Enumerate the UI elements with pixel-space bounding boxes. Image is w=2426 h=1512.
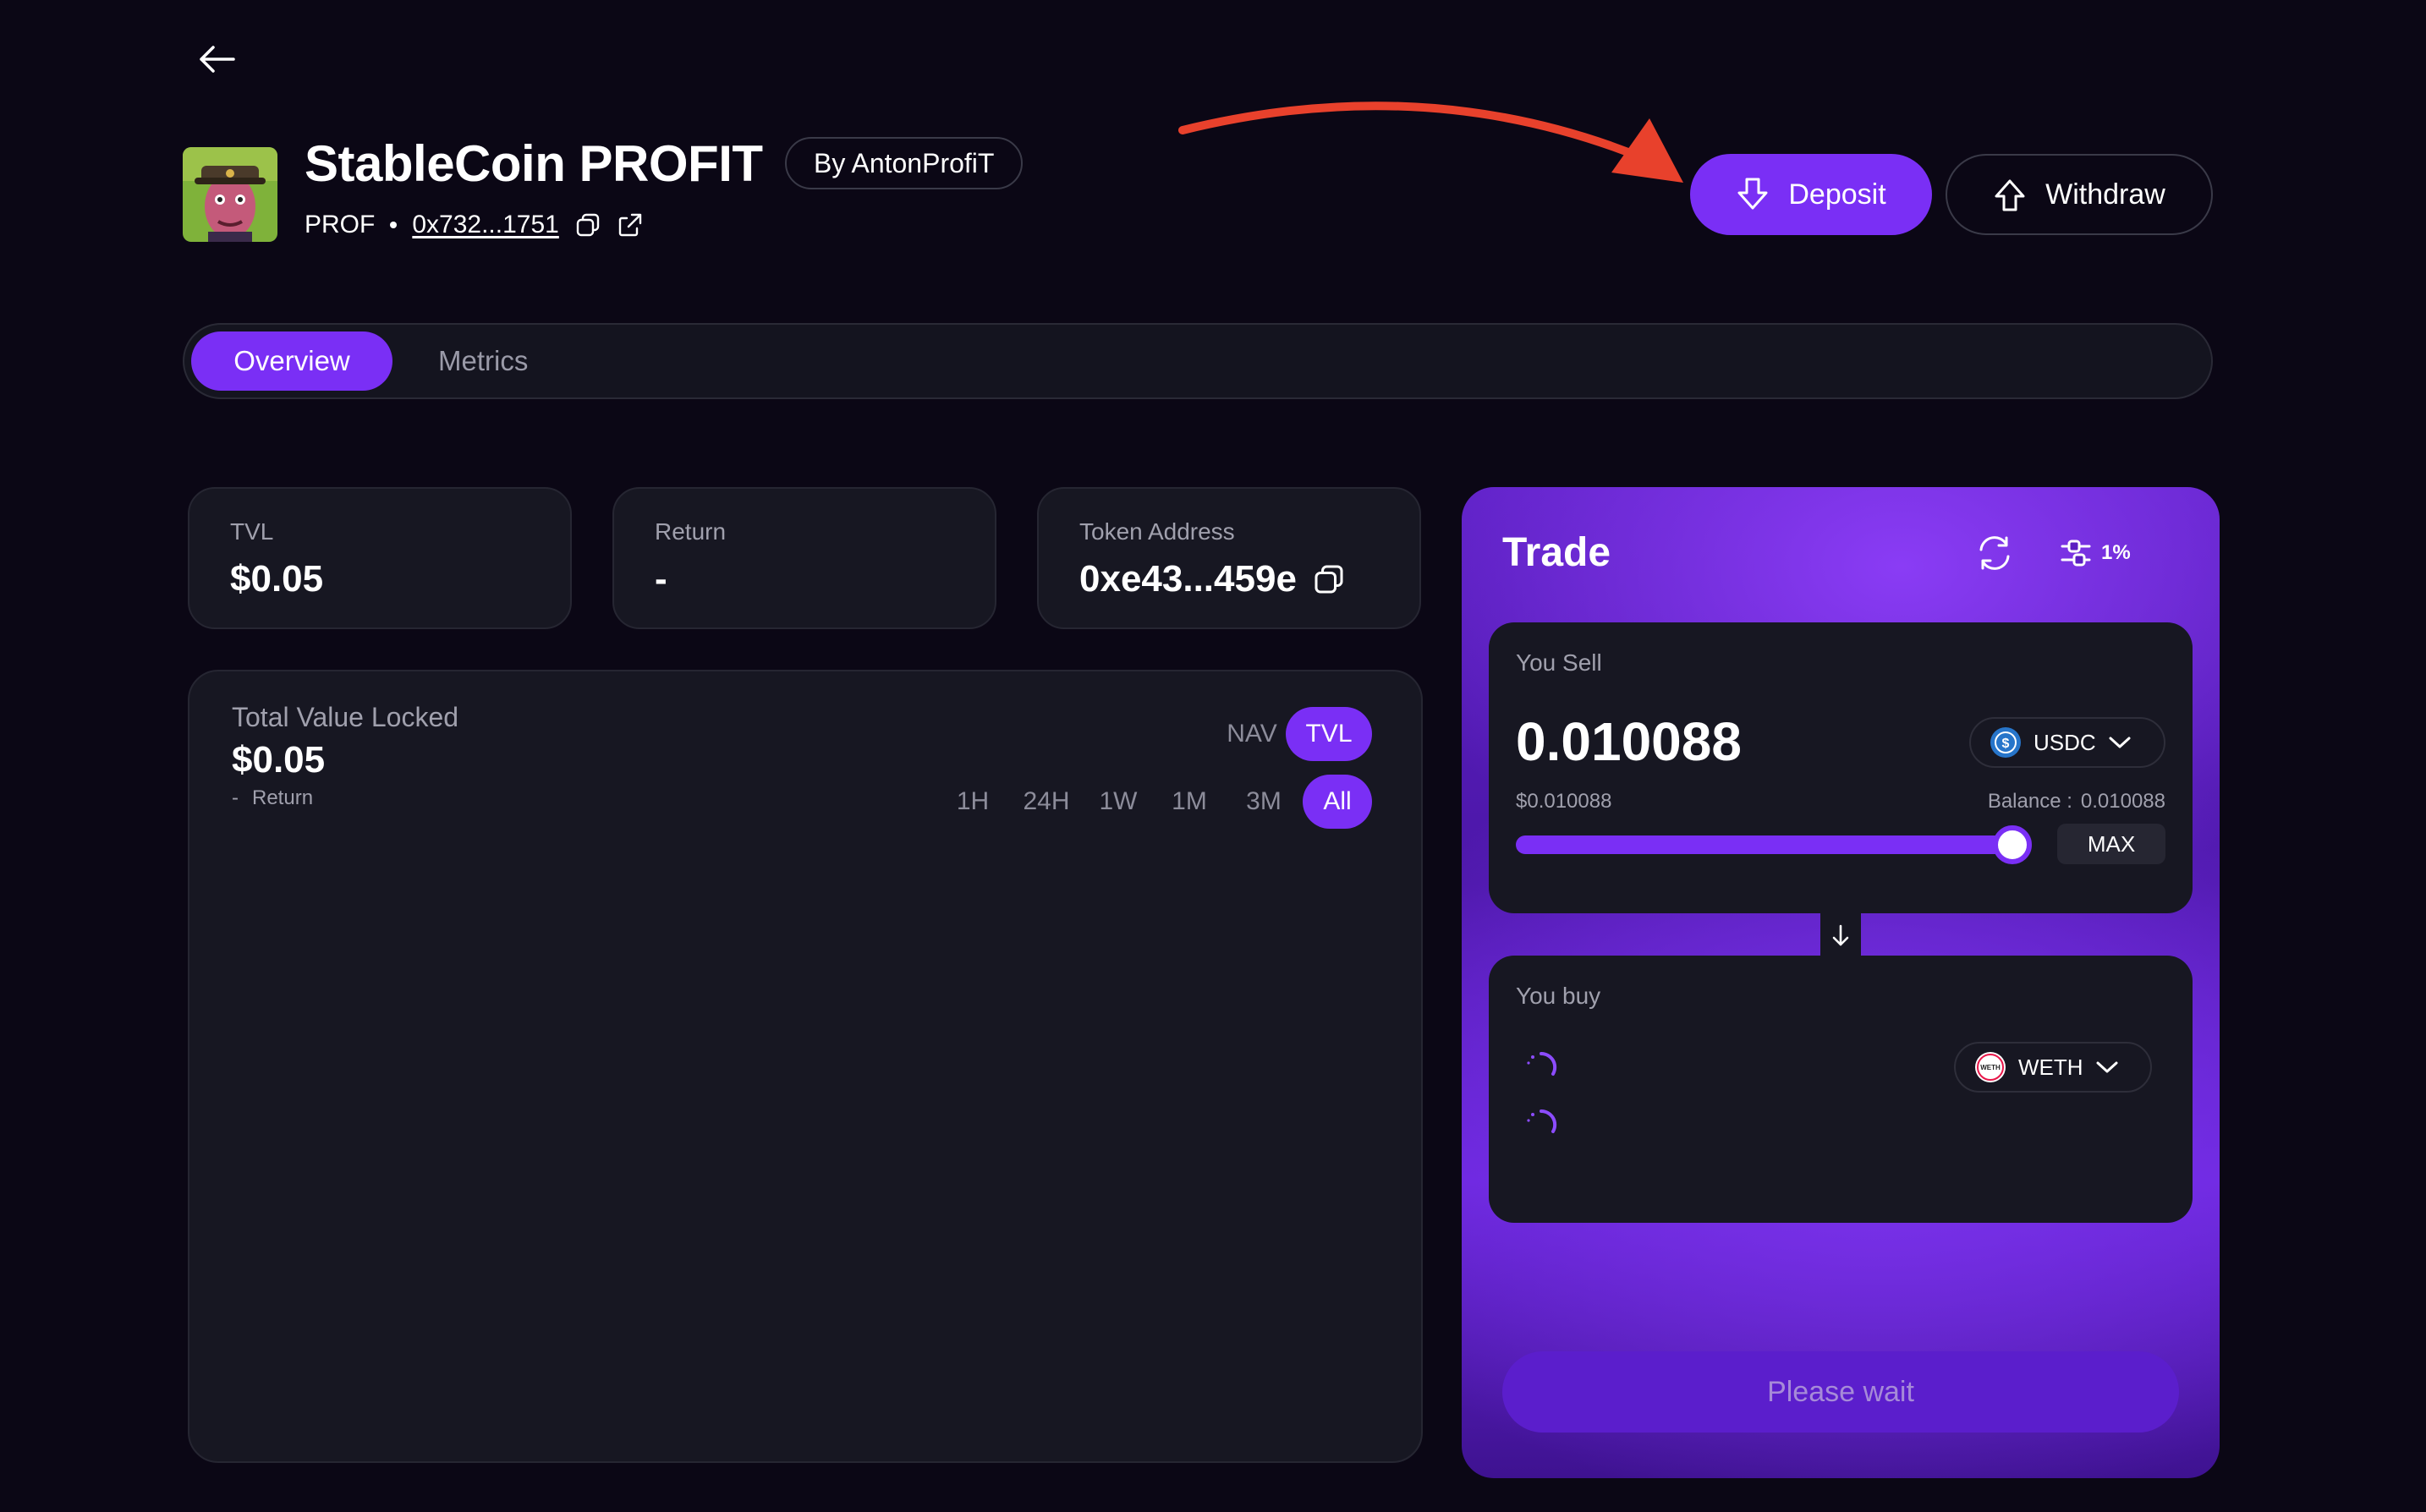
sell-token-select[interactable]: $ USDC — [1969, 717, 2165, 768]
vault-avatar — [183, 147, 277, 242]
range-1m[interactable]: 1M — [1155, 775, 1223, 829]
mode-nav[interactable]: NAV — [1213, 707, 1291, 761]
tab-bar: Overview Metrics — [183, 323, 2213, 399]
range-3m[interactable]: 3M — [1230, 775, 1298, 829]
buy-label: You buy — [1516, 983, 1601, 1009]
external-link-icon[interactable] — [617, 211, 644, 238]
return-value: - — [655, 558, 667, 600]
balance-label: Balance : — [1987, 790, 2072, 813]
svg-text:$: $ — [2002, 737, 2010, 751]
refresh-icon[interactable] — [1976, 534, 2013, 572]
slippage-settings[interactable]: 1% — [2059, 534, 2131, 572]
creator-badge[interactable]: By AntonProfiT — [785, 137, 1024, 189]
amount-slider-thumb[interactable] — [1993, 825, 2032, 864]
swap-direction-button[interactable] — [1820, 913, 1861, 957]
return-card: Return - — [612, 487, 996, 629]
arrow-down-icon — [1832, 924, 1849, 946]
token-address-label: Token Address — [1079, 518, 1235, 545]
sell-amount-input[interactable]: 0.010088 — [1516, 710, 1742, 773]
chart-return: - Return — [232, 786, 313, 810]
deposit-label: Deposit — [1788, 178, 1886, 211]
tvl-chart-card: Total Value Locked $0.05 - Return NAV TV… — [188, 670, 1423, 1463]
buy-token-select[interactable]: WETH WETH — [1954, 1042, 2152, 1093]
weth-badge-text: WETH — [1980, 1064, 2001, 1071]
loading-spinner-icon — [1527, 1051, 1557, 1076]
range-1h[interactable]: 1H — [939, 775, 1007, 829]
copy-icon[interactable] — [574, 211, 601, 238]
withdraw-button[interactable]: Withdraw — [1946, 154, 2213, 235]
chevron-down-icon — [2096, 1061, 2118, 1073]
back-button[interactable] — [193, 41, 240, 78]
vault-title: StableCoin PROFIT — [305, 135, 763, 192]
download-arrow-icon — [1737, 178, 1768, 210]
annotation-arrow-icon — [1178, 101, 1683, 183]
range-24h[interactable]: 24H — [1008, 775, 1084, 829]
upload-arrow-icon — [1995, 179, 2025, 211]
return-label: Return — [655, 518, 727, 545]
usdc-icon: $ — [1990, 727, 2021, 758]
slippage-value: 1% — [2101, 541, 2131, 564]
buy-box: You buy WETH WETH — [1489, 956, 2193, 1223]
deposit-button[interactable]: Deposit — [1690, 154, 1932, 235]
range-all[interactable]: All — [1303, 775, 1372, 829]
token-address-value: 0xe43...459e — [1079, 558, 1297, 600]
arrow-left-icon — [200, 46, 235, 73]
trade-panel: Trade 1% You Sell 0.010088 $ USDC $0.010… — [1462, 487, 2220, 1478]
buy-token-label: WETH — [2018, 1054, 2083, 1080]
trade-title: Trade — [1502, 530, 1611, 575]
amount-slider[interactable] — [1516, 835, 2015, 854]
chart-return-value: - — [232, 786, 239, 809]
weth-icon: WETH — [1975, 1052, 2006, 1082]
chevron-down-icon — [2109, 737, 2131, 748]
range-1w[interactable]: 1W — [1084, 775, 1152, 829]
token-address-row: 0xe43...459e — [1079, 558, 1379, 600]
chart-title: Total Value Locked — [232, 702, 459, 732]
separator-dot — [390, 222, 398, 228]
balance-value: 0.010088 — [2080, 790, 2165, 813]
chart-return-label: Return — [252, 786, 314, 809]
balance-row: Balance : 0.010088 — [1988, 790, 2165, 814]
copy-icon[interactable] — [1312, 562, 1346, 596]
tvl-label: TVL — [230, 518, 274, 545]
sell-usd-value: $0.010088 — [1516, 790, 1612, 813]
sell-token-label: USDC — [2034, 729, 2096, 755]
sell-box: You Sell 0.010088 $ USDC $0.010088 Balan… — [1489, 622, 2193, 913]
submit-trade-button[interactable]: Please wait — [1502, 1351, 2179, 1433]
loading-spinner-icon — [1527, 1109, 1557, 1133]
tab-overview[interactable]: Overview — [191, 331, 392, 391]
mode-tvl[interactable]: TVL — [1286, 707, 1372, 761]
vault-subtitle-row: PROF 0x732...1751 — [305, 206, 644, 244]
vault-symbol: PROF — [305, 211, 376, 238]
sliders-icon — [2061, 540, 2091, 567]
withdraw-label: Withdraw — [2045, 178, 2165, 211]
chart-value: $0.05 — [232, 739, 326, 781]
sell-label: You Sell — [1516, 649, 1602, 676]
max-button[interactable]: MAX — [2057, 824, 2165, 864]
vault-address-link[interactable]: 0x732...1751 — [412, 211, 558, 239]
tvl-value: $0.05 — [230, 558, 324, 600]
token-address-card: Token Address 0xe43...459e — [1037, 487, 1421, 629]
tvl-card: TVL $0.05 — [188, 487, 572, 629]
tab-metrics[interactable]: Metrics — [438, 331, 607, 391]
